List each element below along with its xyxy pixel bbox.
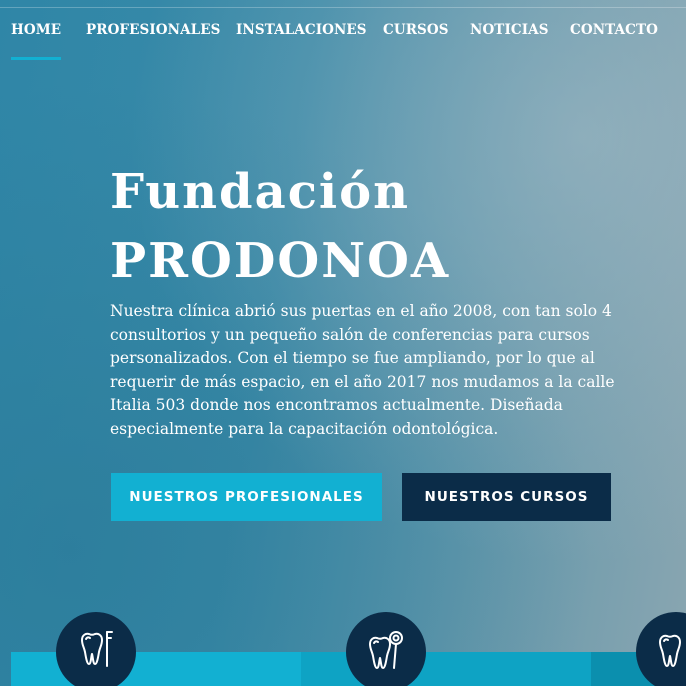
nav-item-contacto[interactable]: CONTACTO — [570, 22, 658, 60]
nuestros-cursos-button[interactable]: NUESTROS CURSOS — [402, 473, 611, 521]
nuestros-profesionales-button[interactable]: NUESTROS PROFESIONALES — [111, 473, 382, 521]
main-nav: HOME PROFESIONALES INSTALACIONES CURSOS … — [0, 0, 686, 60]
feature-card-2 — [301, 652, 591, 686]
nav-item-cursos[interactable]: CURSOS — [383, 22, 449, 60]
hero-title-line1: Fundación — [110, 164, 411, 220]
tooth-instrument-icon — [76, 628, 116, 676]
hero-title: Fundación PRODONOA — [110, 158, 450, 296]
tooth-mirror-icon — [366, 628, 406, 676]
nav-item-home[interactable]: HOME — [11, 22, 62, 60]
hero-description: Nuestra clínica abrió sus puertas en el … — [110, 302, 615, 438]
nav-item-noticias[interactable]: NOTICIAS — [470, 22, 549, 60]
feature-card-1 — [11, 652, 301, 686]
hero-title-line2: PRODONOA — [110, 233, 451, 289]
feature-badge-2 — [346, 612, 426, 686]
feature-badge-1 — [56, 612, 136, 686]
tooth-icon — [656, 628, 686, 676]
nav-item-profesionales[interactable]: PROFESIONALES — [86, 22, 220, 60]
nav-item-instalaciones[interactable]: INSTALACIONES — [236, 22, 367, 60]
